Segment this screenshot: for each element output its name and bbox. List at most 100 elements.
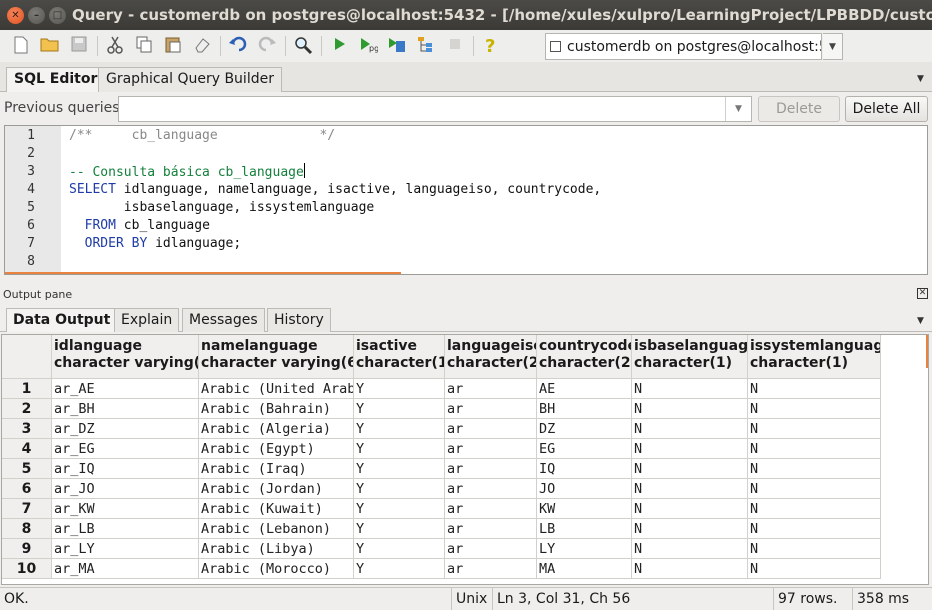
row-number[interactable]: 4 bbox=[2, 439, 52, 459]
tab-messages[interactable]: Messages bbox=[182, 308, 265, 332]
column-header[interactable]: isactive character(1) bbox=[354, 335, 445, 379]
table-cell[interactable]: Y bbox=[354, 459, 445, 479]
table-cell[interactable]: Arabic (Kuwait) bbox=[199, 499, 354, 519]
table-cell[interactable]: N bbox=[748, 419, 881, 439]
stop-icon[interactable] bbox=[444, 35, 466, 57]
table-cell[interactable]: Arabic (United Arab bbox=[199, 379, 354, 399]
table-cell[interactable]: ar bbox=[445, 539, 537, 559]
row-number[interactable]: 8 bbox=[2, 519, 52, 539]
redo-icon[interactable] bbox=[256, 35, 278, 57]
table-cell[interactable]: N bbox=[632, 539, 748, 559]
table-cell[interactable]: N bbox=[748, 459, 881, 479]
column-header[interactable]: countrycode character(2) bbox=[537, 335, 632, 379]
table-cell[interactable]: Arabic (Iraq) bbox=[199, 459, 354, 479]
table-cell[interactable]: Arabic (Egypt) bbox=[199, 439, 354, 459]
close-icon[interactable]: ✕ bbox=[917, 288, 928, 299]
table-cell[interactable]: N bbox=[632, 499, 748, 519]
table-cell[interactable]: N bbox=[748, 519, 881, 539]
table-cell[interactable]: Y bbox=[354, 499, 445, 519]
row-number[interactable]: 7 bbox=[2, 499, 52, 519]
table-cell[interactable]: N bbox=[632, 439, 748, 459]
table-cell[interactable]: ar_MA bbox=[52, 559, 199, 579]
table-cell[interactable]: BH bbox=[537, 399, 632, 419]
table-cell[interactable]: ar bbox=[445, 559, 537, 579]
connection-select[interactable]: customerdb on postgres@localhost:5 bbox=[545, 33, 822, 60]
column-header[interactable]: languageiso character(2) bbox=[445, 335, 537, 379]
table-cell[interactable]: DZ bbox=[537, 419, 632, 439]
execute-pgscript-icon[interactable]: pg bbox=[357, 35, 379, 57]
previous-queries-select[interactable]: ▼ bbox=[118, 96, 752, 122]
save-icon[interactable] bbox=[68, 35, 90, 57]
table-cell[interactable]: N bbox=[632, 479, 748, 499]
row-number[interactable]: 9 bbox=[2, 539, 52, 559]
table-cell[interactable]: Arabic (Libya) bbox=[199, 539, 354, 559]
table-cell[interactable]: AE bbox=[537, 379, 632, 399]
table-cell[interactable]: LY bbox=[537, 539, 632, 559]
row-number[interactable]: 6 bbox=[2, 479, 52, 499]
table-cell[interactable]: N bbox=[748, 499, 881, 519]
table-cell[interactable]: KW bbox=[537, 499, 632, 519]
table-cell[interactable]: Y bbox=[354, 439, 445, 459]
sql-editor[interactable]: 1 /** cb_language */ 2 3 -- Consulta básica … bbox=[4, 125, 928, 275]
editor-scrollbar[interactable] bbox=[5, 272, 401, 274]
maximize-window-button[interactable]: □ bbox=[49, 6, 66, 24]
column-header[interactable]: isbaselanguage character(1) bbox=[632, 335, 748, 379]
table-cell[interactable]: Arabic (Jordan) bbox=[199, 479, 354, 499]
cut-icon[interactable] bbox=[104, 35, 126, 57]
table-cell[interactable]: ar_IQ bbox=[52, 459, 199, 479]
table-cell[interactable]: Y bbox=[354, 519, 445, 539]
table-cell[interactable]: ar bbox=[445, 519, 537, 539]
grid-corner[interactable] bbox=[2, 335, 52, 379]
close-window-button[interactable]: ✕ bbox=[7, 6, 24, 24]
table-cell[interactable]: N bbox=[632, 519, 748, 539]
tab-explain[interactable]: Explain bbox=[114, 308, 180, 332]
table-cell[interactable]: LB bbox=[537, 519, 632, 539]
table-cell[interactable]: N bbox=[748, 439, 881, 459]
explain-icon[interactable] bbox=[415, 35, 437, 57]
row-number[interactable]: 1 bbox=[2, 379, 52, 399]
table-cell[interactable]: N bbox=[632, 559, 748, 579]
tab-menu-icon[interactable]: ▼ bbox=[917, 316, 924, 326]
table-cell[interactable]: ar_DZ bbox=[52, 419, 199, 439]
clear-icon[interactable] bbox=[191, 35, 213, 57]
table-cell[interactable]: ar_LB bbox=[52, 519, 199, 539]
table-cell[interactable]: ar bbox=[445, 399, 537, 419]
table-cell[interactable]: EG bbox=[537, 439, 632, 459]
table-cell[interactable]: N bbox=[748, 479, 881, 499]
table-cell[interactable]: ar bbox=[445, 419, 537, 439]
minimize-window-button[interactable]: – bbox=[28, 6, 45, 24]
table-cell[interactable]: Arabic (Bahrain) bbox=[199, 399, 354, 419]
help-icon[interactable]: ? bbox=[480, 35, 502, 57]
table-cell[interactable]: ar_LY bbox=[52, 539, 199, 559]
table-cell[interactable]: ar bbox=[445, 499, 537, 519]
table-cell[interactable]: ar bbox=[445, 459, 537, 479]
delete-all-button[interactable]: Delete All bbox=[845, 96, 928, 122]
tab-history[interactable]: History bbox=[267, 308, 331, 332]
open-folder-icon[interactable] bbox=[39, 35, 61, 57]
table-cell[interactable]: ar bbox=[445, 479, 537, 499]
execute-icon[interactable] bbox=[328, 35, 350, 57]
new-file-icon[interactable] bbox=[10, 35, 32, 57]
copy-icon[interactable] bbox=[133, 35, 155, 57]
execute-to-file-icon[interactable] bbox=[386, 35, 408, 57]
table-cell[interactable]: Arabic (Morocco) bbox=[199, 559, 354, 579]
column-header[interactable]: issystemlanguage character(1) bbox=[748, 335, 881, 379]
table-cell[interactable]: Y bbox=[354, 559, 445, 579]
table-cell[interactable]: Y bbox=[354, 539, 445, 559]
table-cell[interactable]: ar_JO bbox=[52, 479, 199, 499]
table-cell[interactable]: Arabic (Algeria) bbox=[199, 419, 354, 439]
table-cell[interactable]: Y bbox=[354, 419, 445, 439]
chevron-down-icon[interactable]: ▼ bbox=[725, 97, 751, 121]
table-cell[interactable]: ar_AE bbox=[52, 379, 199, 399]
row-number[interactable]: 3 bbox=[2, 419, 52, 439]
table-cell[interactable]: ar bbox=[445, 379, 537, 399]
column-header[interactable]: idlanguagecharacter varying(6) bbox=[52, 335, 199, 379]
tab-graphical-query-builder[interactable]: Graphical Query Builder bbox=[98, 67, 282, 92]
table-cell[interactable]: N bbox=[748, 399, 881, 419]
table-cell[interactable]: ar bbox=[445, 439, 537, 459]
paste-icon[interactable] bbox=[162, 35, 184, 57]
table-cell[interactable]: N bbox=[748, 379, 881, 399]
table-cell[interactable]: Y bbox=[354, 379, 445, 399]
tab-sql-editor[interactable]: SQL Editor bbox=[6, 67, 106, 92]
data-output-grid[interactable]: idlanguagecharacter varying(6)namelangua… bbox=[1, 334, 929, 585]
